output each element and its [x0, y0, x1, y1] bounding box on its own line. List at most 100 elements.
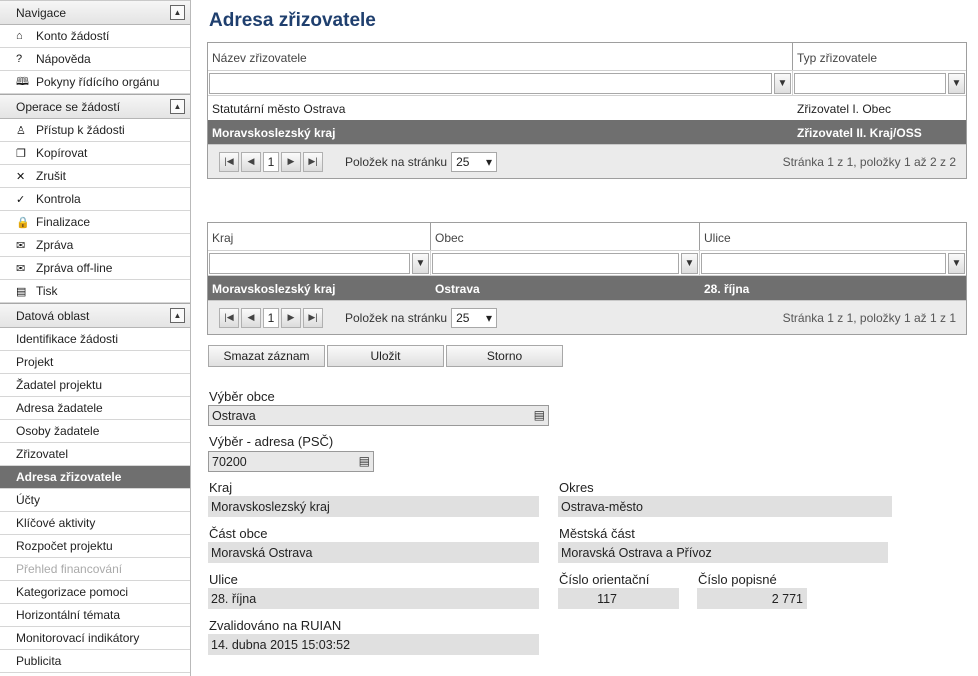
column-header-type[interactable]: Typ zřizovatele: [793, 43, 966, 70]
grid-header: Kraj Obec Ulice: [208, 223, 966, 251]
column-header-ulice[interactable]: Ulice: [700, 223, 966, 250]
sidebar-item[interactable]: Osoby žadatele: [0, 420, 190, 443]
okres-label: Okres: [559, 480, 594, 495]
sidebar-item-label: Monitorovací indikátory: [16, 631, 140, 645]
last-page-icon[interactable]: ▶|: [303, 151, 323, 172]
sidebar-item[interactable]: ✓ Kontrola: [0, 188, 190, 211]
sidebar-item[interactable]: ✉ Zpráva off-line: [0, 257, 190, 280]
sidebar-item[interactable]: Žadatel projektu: [0, 374, 190, 397]
per-page-value: 25: [456, 310, 470, 325]
column-header-name[interactable]: Název zřizovatele: [208, 43, 793, 70]
sidebar-item[interactable]: Publicita: [0, 650, 190, 673]
column-header-obec[interactable]: Obec: [431, 223, 700, 250]
cast-obce-value: Moravská Ostrava: [208, 542, 539, 563]
zvalidovano-value: 14. dubna 2015 15:03:52: [208, 634, 539, 655]
sidebar-item[interactable]: 🔒 Finalizace: [0, 211, 190, 234]
sidebar-item[interactable]: Horizontální témata: [0, 604, 190, 627]
save-button[interactable]: Uložit: [327, 345, 444, 367]
sidebar-item[interactable]: ♙ Přístup k žádosti: [0, 119, 190, 142]
sidebar-item[interactable]: Monitorovací indikátory: [0, 627, 190, 650]
sidebar-item[interactable]: Adresa žadatele: [0, 397, 190, 420]
sidebar-item[interactable]: Rozpočet projektu: [0, 535, 190, 558]
cancel-button[interactable]: Storno: [446, 345, 563, 367]
list-icon[interactable]: ▤: [359, 454, 370, 468]
vyber-adresa-picker[interactable]: 70200 ▤: [208, 451, 374, 472]
first-page-icon[interactable]: |◀: [219, 307, 239, 328]
filter-icon[interactable]: ▼: [412, 252, 429, 274]
filter-icon[interactable]: ▼: [681, 252, 698, 274]
current-page[interactable]: 1: [263, 151, 279, 172]
per-page-select[interactable]: 25 ▾: [451, 151, 498, 172]
sidebar-item-label: Publicita: [16, 654, 62, 668]
next-page-icon[interactable]: ▶: [281, 151, 301, 172]
sidebar-item[interactable]: ❐ Kopírovat: [0, 142, 190, 165]
filter-name-input[interactable]: [209, 72, 772, 94]
ulice-value: 28. října: [208, 588, 539, 609]
per-page-value: 25: [456, 154, 470, 169]
table-row[interactable]: Statutární město Ostrava Zřizovatel I. O…: [208, 96, 966, 120]
table-row-selected[interactable]: Moravskoslezský kraj Ostrava 28. října: [208, 276, 966, 300]
sidebar-item-label: Účty: [16, 493, 40, 507]
cross-icon: ✕: [16, 170, 26, 183]
collapse-icon[interactable]: ▲: [170, 5, 185, 20]
sidebar-item[interactable]: ▤ Tisk: [0, 280, 190, 303]
sidebar-item-label: Kopírovat: [36, 146, 88, 160]
last-page-icon[interactable]: ▶|: [303, 307, 323, 328]
pager: |◀ ◀ 1 ▶ ▶| Položek na stránku 25 ▾ Strán…: [208, 144, 966, 178]
sidebar-item[interactable]: ? Nápověda: [0, 48, 190, 71]
per-page-select[interactable]: 25 ▾: [451, 307, 498, 328]
sidebar-item[interactable]: Kategorizace pomoci: [0, 581, 190, 604]
sidebar-section-header[interactable]: Datová oblast ▲: [0, 303, 190, 328]
sidebar-item[interactable]: Zřizovatel: [0, 443, 190, 466]
sidebar-item[interactable]: 🕮 Pokyny řídícího orgánu: [0, 71, 190, 94]
cell-kraj: Moravskoslezský kraj: [212, 282, 336, 296]
sidebar-item[interactable]: ✉ Zpráva: [0, 234, 190, 257]
filter-obec-input[interactable]: [432, 252, 679, 274]
address-grid: Kraj Obec Ulice ▼ ▼ ▼ Moravskoslezský kr…: [207, 222, 967, 335]
kraj-label: Kraj: [209, 480, 233, 495]
sidebar-item[interactable]: Klíčové aktivity: [0, 512, 190, 535]
book-icon: 🕮: [16, 75, 29, 88]
sidebar-item[interactable]: Účty: [0, 489, 190, 512]
sidebar-item-label: Osoby žadatele: [16, 424, 100, 438]
filter-kraj-input[interactable]: [209, 252, 410, 274]
sidebar-section-header[interactable]: Operace se žádostí ▲: [0, 94, 190, 119]
next-page-icon[interactable]: ▶: [281, 307, 301, 328]
kraj-value: Moravskoslezský kraj: [208, 496, 539, 517]
print-icon: ▤: [16, 285, 27, 298]
cast-obce-label: Část obce: [209, 526, 268, 541]
collapse-icon[interactable]: ▲: [170, 99, 185, 114]
prev-page-icon[interactable]: ◀: [241, 307, 261, 328]
prev-page-icon[interactable]: ◀: [241, 151, 261, 172]
column-header-kraj[interactable]: Kraj: [208, 223, 431, 250]
mestska-cast-value: Moravská Ostrava a Přívoz: [558, 542, 888, 563]
vyber-obce-picker[interactable]: Ostrava ▤: [208, 405, 549, 426]
sidebar-item[interactable]: ⌂ Konto žádostí: [0, 25, 190, 48]
filter-icon[interactable]: ▼: [948, 252, 965, 274]
chevron-down-icon: ▾: [486, 154, 493, 169]
delete-record-button[interactable]: Smazat záznam: [208, 345, 325, 367]
sidebar-item[interactable]: ✕ Zrušit: [0, 165, 190, 188]
filter-icon[interactable]: ▼: [774, 72, 791, 94]
first-page-icon[interactable]: |◀: [219, 151, 239, 172]
sidebar-item[interactable]: Identifikace žádosti: [0, 328, 190, 351]
filter-icon[interactable]: ▼: [948, 72, 965, 94]
table-row-selected[interactable]: Moravskoslezský kraj Zřizovatel II. Kraj…: [208, 120, 966, 144]
cell-type: Zřizovatel II. Kraj/OSS: [797, 126, 922, 140]
collapse-icon[interactable]: ▲: [170, 308, 185, 323]
sidebar-item-label: Zřizovatel: [16, 447, 69, 461]
current-page[interactable]: 1: [263, 307, 279, 328]
sidebar-item[interactable]: Projekt: [0, 351, 190, 374]
filter-ulice-input[interactable]: [701, 252, 946, 274]
list-icon[interactable]: ▤: [534, 408, 545, 422]
sidebar-item-label: Pokyny řídícího orgánu: [36, 75, 160, 89]
vyber-obce-value: Ostrava: [212, 409, 256, 423]
sidebar-item[interactable]: Adresa zřizovatele: [0, 466, 190, 489]
envelope-icon: ✉: [16, 262, 26, 275]
filter-type-input[interactable]: [794, 72, 946, 94]
sidebar-section-header[interactable]: Navigace ▲: [0, 0, 190, 25]
cislo-orientacni-value: 117: [558, 588, 679, 609]
copy-icon: ❐: [16, 147, 26, 160]
sidebar-item-label: Adresa zřizovatele: [16, 470, 122, 484]
sidebar-item-label: Kategorizace pomoci: [16, 585, 129, 599]
